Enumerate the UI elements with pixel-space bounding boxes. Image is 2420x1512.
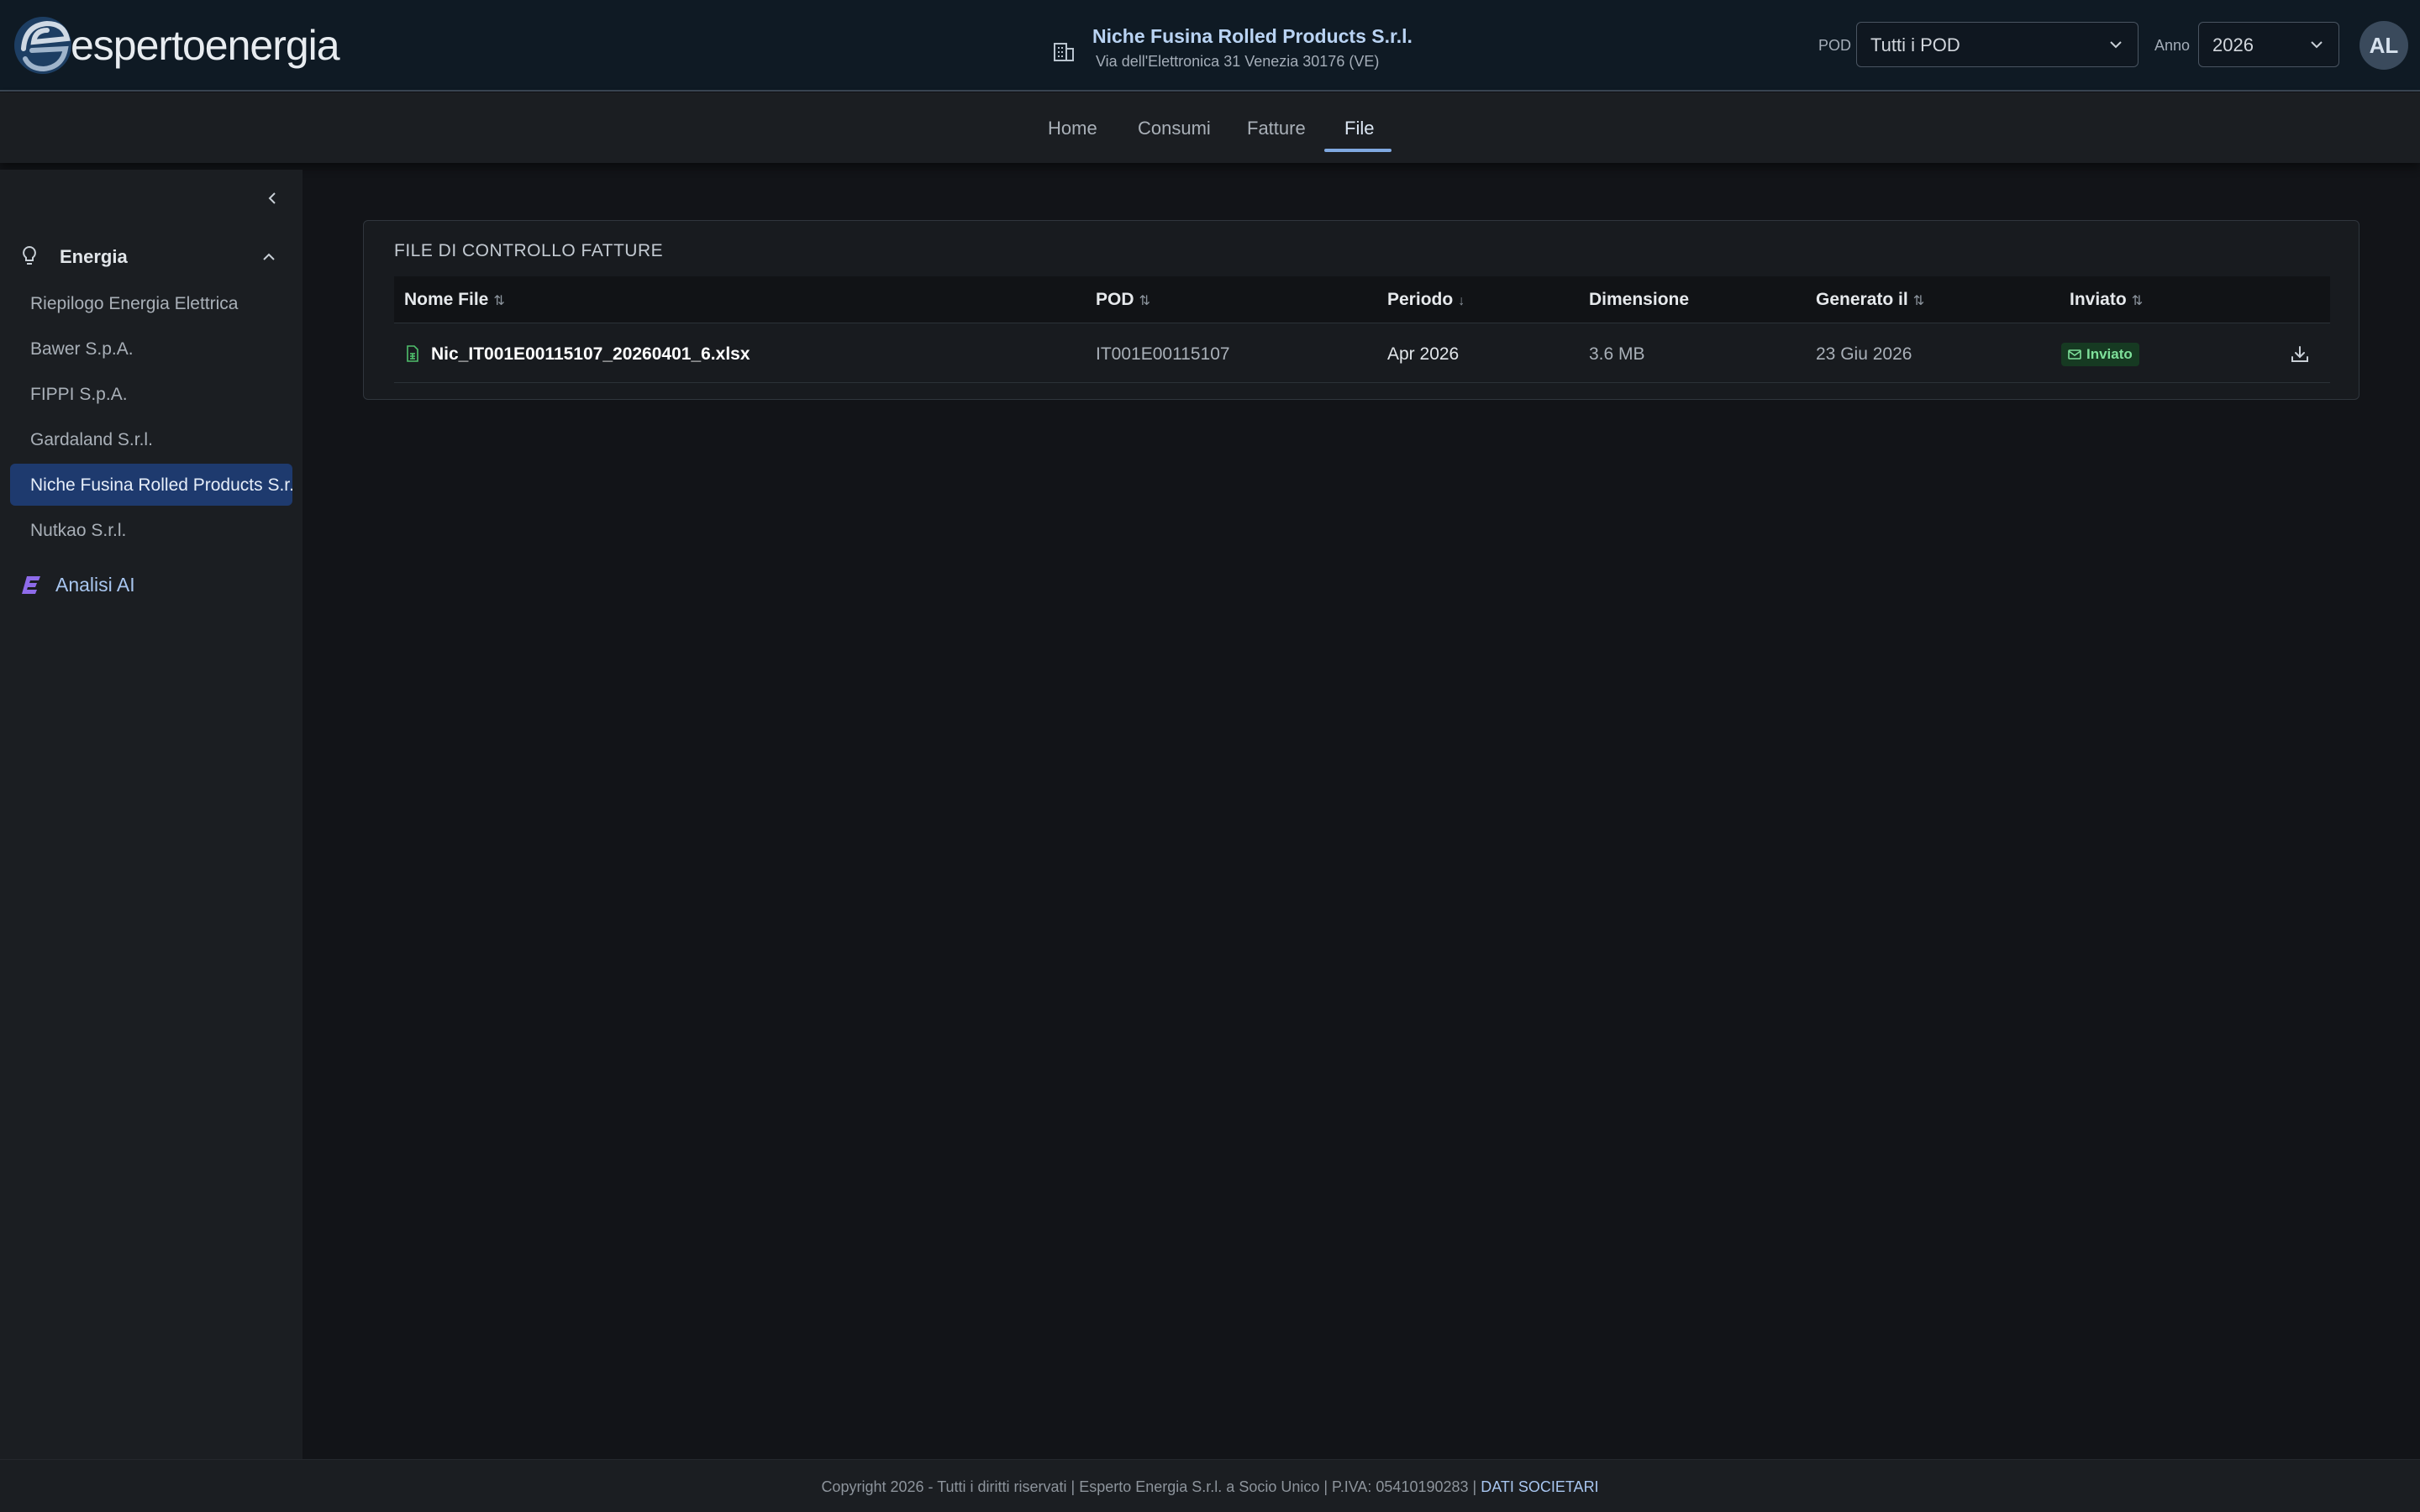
period: Apr 2026 [1387, 344, 1460, 364]
column-header-pod[interactable]: POD ⇅ [1096, 290, 1150, 310]
sidebar-item-gardaland[interactable]: Gardaland S.r.l. [10, 418, 292, 460]
company-address: Via dell'Elettronica 31 Venezia 30176 (V… [1096, 53, 1380, 70]
year-label: Anno [2154, 37, 2191, 54]
pod-code: IT001E00115107 [1096, 344, 1230, 364]
brand-logo[interactable]: espertoenergia [12, 8, 340, 82]
sidebar: Energia Riepilogo Energia Elettrica Bawe… [0, 170, 302, 1459]
generated-date: 23 Giu 2026 [1816, 344, 1912, 364]
chevron-up-icon [263, 253, 275, 260]
year-select-value: 2026 [2212, 34, 2254, 55]
company-info: Niche Fusina Rolled Products S.r.l. Via … [1052, 25, 1413, 71]
top-header: espertoenergia Niche Fusina Rolled Produ… [0, 0, 2420, 92]
column-header-nome-file[interactable]: Nome File ⇅ [404, 290, 505, 310]
column-header-inviato[interactable]: Inviato ⇅ [2070, 290, 2143, 310]
lightbulb-icon [23, 245, 36, 265]
sort-desc-icon: ↓ [1458, 294, 1465, 308]
pod-select-value: Tutti i POD [1870, 34, 1960, 55]
sidebar-item-niche-fusina[interactable]: Niche Fusina Rolled Products S.r.l. [10, 464, 292, 506]
mail-icon [2068, 349, 2081, 360]
dati-societari-link[interactable]: DATI SOCIETARI [1481, 1478, 1598, 1495]
tab-home[interactable]: Home [1048, 118, 1097, 139]
collapse-sidebar-icon[interactable] [264, 190, 281, 207]
column-header-dimensione: Dimensione [1589, 290, 1690, 309]
file-control-card: FILE DI CONTROLLO FATTURE Nome File ⇅ POD… [363, 220, 2360, 400]
sidebar-item-bawer[interactable]: Bawer S.p.A. [10, 328, 292, 370]
user-avatar[interactable]: AL [2360, 21, 2408, 70]
file-size: 3.6 MB [1589, 344, 1645, 364]
column-header-periodo[interactable]: Periodo ↓ [1387, 290, 1465, 310]
table-row[interactable]: Nic_IT001E00115107_20260401_6.xlsx IT001… [394, 324, 2330, 383]
sort-icon: ⇅ [493, 294, 505, 308]
column-header-generato[interactable]: Generato il ⇅ [1816, 290, 1924, 310]
sidebar-group-title: Energia [60, 246, 128, 267]
ai-logo-icon [22, 576, 40, 594]
download-icon[interactable] [2290, 344, 2310, 365]
sent-status-badge: Inviato [2061, 343, 2139, 366]
year-select[interactable]: 2026 [2198, 22, 2339, 67]
chevron-down-icon [2311, 41, 2323, 49]
sidebar-group-energia[interactable]: Energia [0, 234, 302, 281]
spreadsheet-file-icon [407, 345, 418, 362]
sidebar-item-analisi-ai[interactable]: Analisi AI [20, 568, 135, 601]
espertoenergia-logo-icon [14, 17, 71, 74]
sort-icon: ⇅ [2131, 294, 2144, 308]
logo-text: espertoenergia [71, 22, 340, 69]
sent-status-label: Inviato [2086, 346, 2133, 362]
sort-icon: ⇅ [1139, 294, 1150, 308]
footer-copyright: Copyright 2026 - Tutti i diritti riserva… [821, 1478, 1481, 1495]
pod-select[interactable]: Tutti i POD [1856, 22, 2139, 67]
sidebar-item-fippi[interactable]: FIPPI S.p.A. [10, 373, 292, 415]
tab-file[interactable]: File [1344, 118, 1374, 139]
chevron-down-icon [2110, 41, 2122, 49]
table-header: Nome File ⇅ POD ⇅ Periodo ↓ Dimensione Gene… [394, 276, 2330, 323]
building-icon [1054, 43, 1074, 61]
tab-consumi[interactable]: Consumi [1138, 118, 1211, 139]
card-title: FILE DI CONTROLLO FATTURE [394, 241, 664, 260]
sidebar-item-nutkao[interactable]: Nutkao S.r.l. [10, 509, 292, 551]
footer: Copyright 2026 - Tutti i diritti riserva… [0, 1459, 2420, 1512]
main-nav-tabs: Home Consumi Fatture File [0, 92, 2420, 163]
company-name: Niche Fusina Rolled Products S.r.l. [1092, 25, 1413, 47]
sidebar-item-riepilogo[interactable]: Riepilogo Energia Elettrica [10, 282, 292, 324]
tab-fatture[interactable]: Fatture [1247, 118, 1306, 139]
pod-label: POD [1818, 37, 1852, 54]
sort-icon: ⇅ [1912, 294, 1925, 308]
analisi-ai-label: Analisi AI [55, 573, 135, 596]
file-name[interactable]: Nic_IT001E00115107_20260401_6.xlsx [431, 344, 750, 365]
active-tab-indicator [1324, 149, 1392, 152]
